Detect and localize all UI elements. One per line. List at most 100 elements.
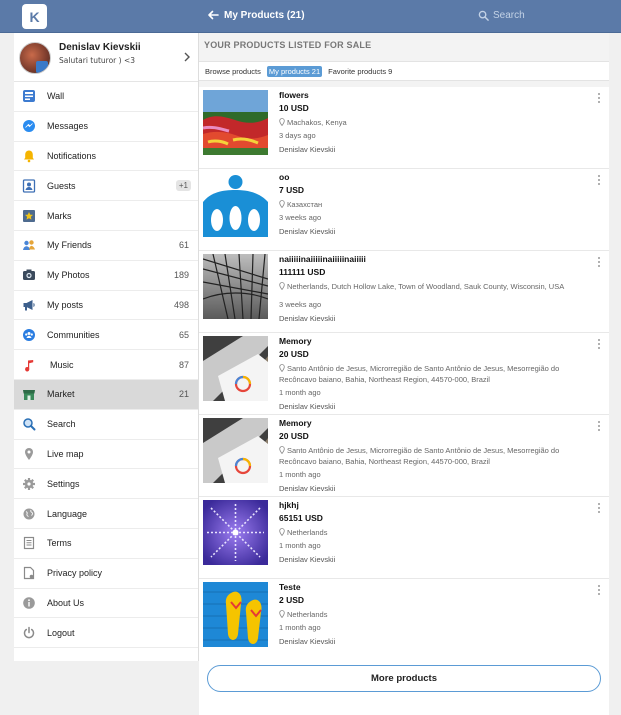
product-thumbnail-oo[interactable]	[203, 172, 268, 237]
product-price: 111111 USD	[279, 267, 326, 277]
product-location: Netherlands	[279, 609, 594, 620]
product-author[interactable]: Denislav Kievskii	[279, 402, 335, 411]
sidebar-item-about-us[interactable]: About Us	[14, 589, 198, 619]
sidebar-item-label: Music	[50, 359, 74, 370]
product-thumbnail-hjkhj[interactable]	[203, 500, 268, 565]
communities-icon	[21, 327, 37, 343]
more-options-icon[interactable]	[597, 256, 601, 268]
search-input[interactable]: Search	[478, 10, 525, 21]
tab-browse-products[interactable]: Browse products	[203, 66, 263, 77]
more-options-icon[interactable]	[597, 338, 601, 350]
map-pin-icon	[21, 446, 37, 462]
product-time: 1 month ago	[279, 541, 321, 550]
product-name[interactable]: Memory	[279, 336, 312, 346]
product-name[interactable]: hjkhj	[279, 500, 299, 510]
more-options-icon[interactable]	[597, 420, 601, 432]
star-icon	[21, 208, 37, 224]
product-author[interactable]: Denislav Kievskii	[279, 145, 335, 154]
profile-card[interactable]: Denislav Kievskii Salutari tuturor ) <3	[14, 33, 198, 82]
product-card[interactable]: Memory 20 USD Santo Antônio de Jesus, Mi…	[199, 415, 609, 497]
product-card[interactable]: flowers 10 USD Machakos, Kenya 3 days ag…	[199, 87, 609, 169]
product-name[interactable]: oo	[279, 172, 289, 182]
product-location: Netherlands	[279, 527, 594, 538]
product-name[interactable]: naiiiiinaiiiiinaiiiiinaiiiii	[279, 254, 366, 264]
page-title: My Products (21)	[224, 9, 305, 21]
sidebar-item-label: About Us	[47, 597, 85, 608]
sidebar-item-my-posts[interactable]: My posts 498	[14, 291, 198, 321]
sidebar-item-my-photos[interactable]: My Photos 189	[14, 261, 198, 291]
product-thumbnail-flowers[interactable]	[203, 90, 268, 155]
product-location: Казахстан	[279, 199, 594, 210]
sidebar-item-language[interactable]: Language	[14, 499, 198, 529]
sidebar-item-marks[interactable]: Marks	[14, 201, 198, 231]
product-location-text: Santo Antônio de Jesus, Microrregião de …	[279, 364, 560, 384]
product-card[interactable]: naiiiiinaiiiiinaiiiiinaiiiii 111111 USD …	[199, 251, 609, 333]
sidebar-item-wall[interactable]: Wall	[14, 82, 198, 112]
guests-icon	[21, 178, 37, 194]
product-location-text: Netherlands	[287, 528, 328, 537]
sidebar-item-guests[interactable]: Guests +1	[14, 171, 198, 202]
page-title-bar: My Products (21)	[207, 9, 305, 21]
product-card[interactable]: hjkhj 65151 USD Netherlands 1 month ago …	[199, 497, 609, 579]
sidebar-item-label: Live map	[47, 448, 84, 459]
product-time: 1 month ago	[279, 623, 321, 632]
app-logo[interactable]: K	[22, 4, 47, 29]
product-price: 2 USD	[279, 595, 305, 605]
back-arrow-icon[interactable]	[207, 9, 219, 21]
product-time: 3 days ago	[279, 131, 316, 140]
product-author[interactable]: Denislav Kievskii	[279, 227, 335, 236]
product-card[interactable]: Memory 20 USD Santo Antônio de Jesus, Mi…	[199, 333, 609, 415]
sidebar-item-live-map[interactable]: Live map	[14, 440, 198, 470]
sidebar-item-music[interactable]: Music 87	[14, 350, 198, 380]
sidebar-item-label: Search	[47, 419, 76, 430]
camera-icon	[21, 267, 37, 283]
product-author[interactable]: Denislav Kievskii	[279, 314, 335, 323]
sidebar-item-settings[interactable]: Settings	[14, 469, 198, 500]
sidebar-item-my-friends[interactable]: My Friends 61	[14, 231, 198, 261]
location-pin-icon	[279, 364, 285, 372]
more-options-icon[interactable]	[597, 584, 601, 596]
music-count: 87	[178, 359, 189, 370]
sidebar-item-notifications[interactable]: Notifications	[14, 142, 198, 172]
product-card[interactable]: Teste 2 USD Netherlands 1 month ago Deni…	[199, 579, 609, 661]
more-options-icon[interactable]	[597, 174, 601, 186]
more-options-icon[interactable]	[597, 92, 601, 104]
product-thumbnail-memory[interactable]	[203, 418, 268, 483]
sidebar-item-label: Messages	[47, 121, 89, 132]
avatar[interactable]	[19, 42, 51, 74]
section-title: YOUR PRODUCTS LISTED FOR SALE	[204, 40, 372, 50]
sidebar-item-communities[interactable]: Communities 65	[14, 320, 198, 351]
sidebar-item-privacy-policy[interactable]: Privacy policy	[14, 559, 198, 589]
product-thumbnail-memory[interactable]	[203, 336, 268, 401]
sidebar-item-search[interactable]: Search	[14, 410, 198, 440]
product-author[interactable]: Denislav Kievskii	[279, 555, 335, 564]
sidebar-item-terms[interactable]: Terms	[14, 529, 198, 559]
product-time: 1 month ago	[279, 388, 321, 397]
sidebar-item-label: Logout	[47, 627, 75, 638]
chevron-right-icon[interactable]	[183, 52, 191, 62]
profile-name: Denislav Kievskii	[59, 42, 141, 53]
photos-count: 189	[173, 270, 189, 281]
tab-my-products[interactable]: My products 21	[266, 65, 323, 77]
product-price: 10 USD	[279, 103, 309, 113]
more-options-icon[interactable]	[597, 502, 601, 514]
product-name[interactable]: Teste	[279, 582, 301, 592]
product-card[interactable]: oo 7 USD Казахстан 3 weeks ago Denislav …	[199, 169, 609, 251]
sidebar-item-label: Terms	[47, 538, 72, 549]
product-author[interactable]: Denislav Kievskii	[279, 637, 335, 646]
sidebar-item-label: Market	[47, 389, 75, 400]
tab-favorite-products[interactable]: Favorite products 9	[326, 66, 394, 77]
product-name[interactable]: Memory	[279, 418, 312, 428]
product-name[interactable]: flowers	[279, 90, 309, 100]
more-products-button[interactable]: More products	[207, 665, 601, 692]
sidebar-item-logout[interactable]: Logout	[14, 618, 198, 649]
product-thumbnail-teste[interactable]	[203, 582, 268, 647]
sidebar-item-market[interactable]: Market 21	[14, 379, 198, 410]
product-thumbnail-naiiiii[interactable]	[203, 254, 268, 319]
product-list: flowers 10 USD Machakos, Kenya 3 days ag…	[199, 87, 609, 661]
sidebar-item-label: Communities	[47, 329, 100, 340]
product-author[interactable]: Denislav Kievskii	[279, 484, 335, 493]
sidebar-item-messages[interactable]: Messages	[14, 112, 198, 142]
sidebar-item-label: Notifications	[47, 150, 97, 161]
communities-count: 65	[178, 329, 189, 340]
